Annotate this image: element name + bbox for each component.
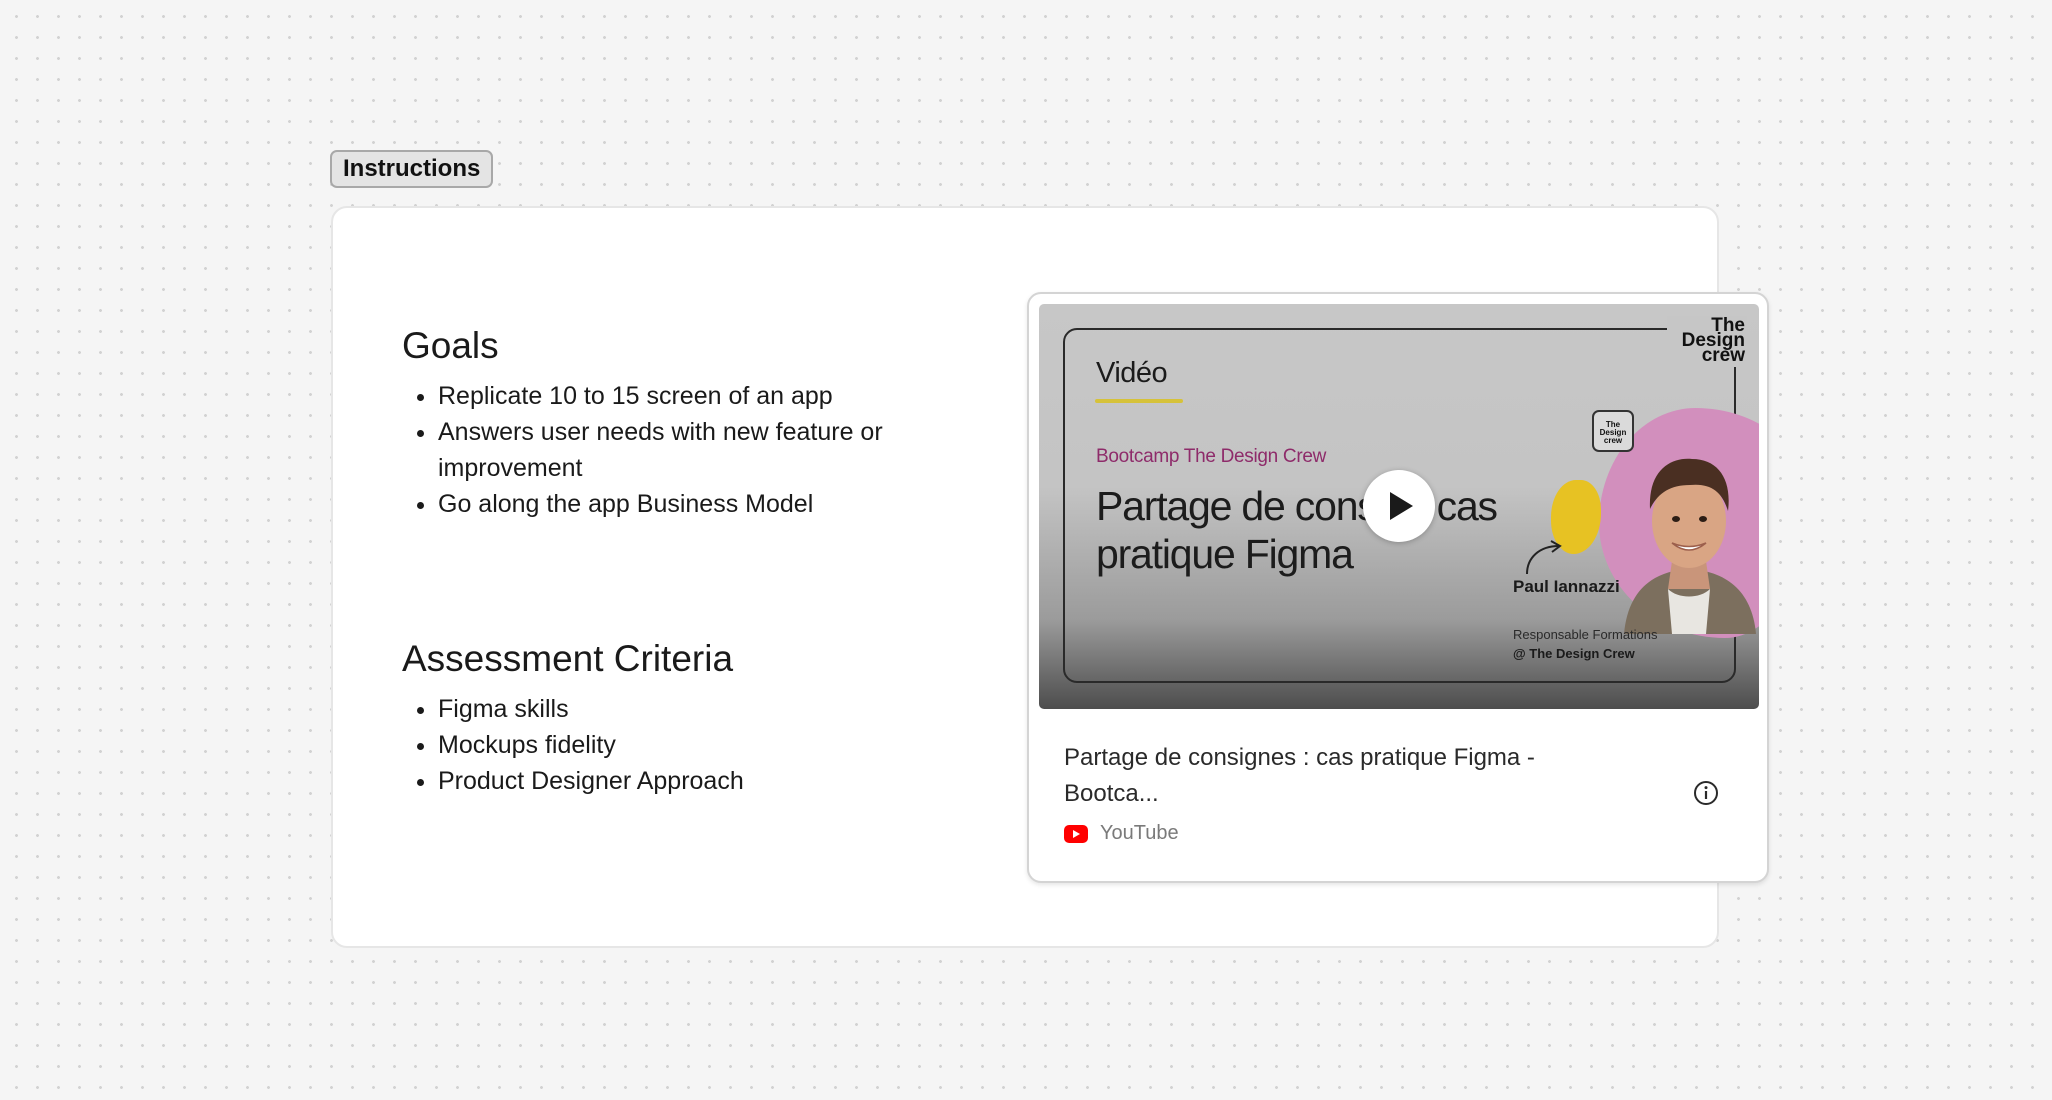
goals-list-item: Go along the app Business Model [438,486,962,522]
design-crew-badge: The Design crew [1592,410,1634,452]
thumbnail-speaker-handle: @ The Design Crew [1513,646,1635,661]
video-embed-card[interactable]: Vidéo The Design crew The Design crew Bootca… [1027,292,1769,883]
goals-list-item: Replicate 10 to 15 screen of an app [438,378,962,414]
thumbnail-video-label: Vidéo [1096,357,1168,389]
section-label[interactable]: Instructions [330,150,494,188]
thumbnail-bootcamp-label: Bootcamp The Design Crew [1096,446,1327,467]
play-icon [1390,492,1413,520]
thumbnail-speaker-role: Responsable Formations [1513,627,1658,642]
section-label-text: Instructions [343,155,481,182]
speaker-photo [1624,458,1756,634]
goals-list: Replicate 10 to 15 screen of an app Answ… [402,378,962,522]
thumbnail-title: Partage de cons s : cas pratique Figma [1096,483,1498,577]
goals-block: Goals Replicate 10 to 15 screen of an ap… [402,324,962,522]
criteria-list: Figma skills Mockups fidelity Product De… [402,691,962,799]
info-icon[interactable] [1693,780,1719,806]
goals-heading: Goals [402,325,499,366]
criteria-block: Assessment Criteria Figma skills Mockups… [402,637,962,799]
source-name: YouTube [1100,822,1179,844]
criteria-list-item: Product Designer Approach [438,763,962,799]
youtube-icon [1064,824,1088,843]
goals-list-item: Answers user needs with new feature or i… [438,414,962,486]
play-button[interactable] [1363,470,1435,542]
video-title[interactable]: Partage de consignes : cas pratique Figm… [1064,740,1624,812]
thumbnail-underline [1095,399,1183,403]
video-source: YouTube [1064,822,1179,845]
criteria-heading: Assessment Criteria [402,638,734,679]
criteria-list-item: Figma skills [438,691,962,727]
design-crew-logo: The Design crew [1667,316,1747,367]
thumbnail-speaker-name: Paul Iannazzi [1513,577,1620,596]
criteria-list-item: Mockups fidelity [438,727,962,763]
curved-arrow-icon [1526,540,1562,575]
video-thumbnail[interactable]: Vidéo The Design crew The Design crew Bootca… [1039,304,1759,709]
